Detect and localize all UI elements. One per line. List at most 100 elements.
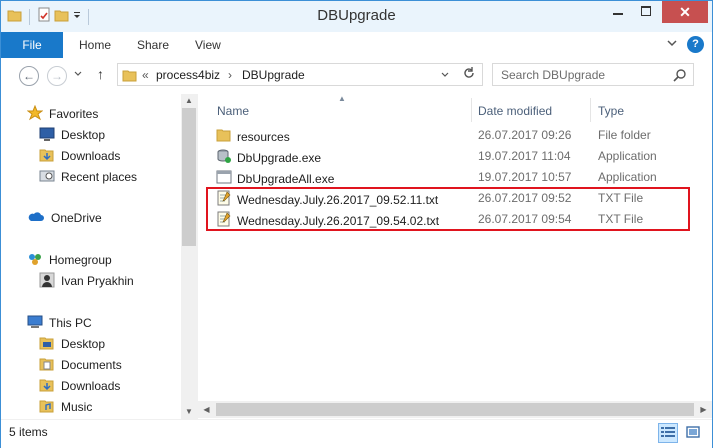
cloud-icon [27,209,45,228]
minimize-button[interactable] [605,1,631,23]
file-name: resources [237,129,290,144]
large-icons-view-icon [686,425,700,441]
breadcrumb-process4biz[interactable]: process4biz [156,68,220,82]
computer-icon [27,314,43,333]
music-folder-icon [39,398,55,417]
nav-homegroup-label: Homegroup [49,253,112,267]
refresh-icon [462,66,476,83]
search-input[interactable] [499,67,663,83]
close-button[interactable]: ✕ [662,1,708,23]
nav-item-label: Recent places [61,170,138,184]
nav-favorites-label: Favorites [49,107,99,121]
search-icon[interactable] [673,68,687,85]
refresh-button[interactable] [455,63,483,86]
breadcrumb-dbupgrade[interactable]: DBUpgrade [242,68,305,82]
nav-favorites-downloads[interactable]: Downloads [39,146,120,166]
nav-item-label: Documents [61,358,122,372]
expand-ribbon-icon[interactable] [666,37,678,52]
nav-favorites-recent-places[interactable]: Recent places [39,167,137,187]
scroll-left-icon[interactable]: ◀ [198,401,215,418]
details-view-icon [661,426,675,441]
file-name-cell: resources [216,127,290,146]
file-row-resources[interactable]: resources 26.07.2017 09:26 File folder [198,125,712,146]
item-count: 5 items [9,425,48,439]
maximize-button[interactable] [633,1,659,23]
search-box[interactable] [492,63,694,86]
highlight-box [206,187,690,231]
file-date: 19.07.2017 10:57 [478,170,572,184]
forward-arrow-icon: → [51,69,63,83]
file-type: Application [598,149,657,163]
column-header-date-modified[interactable]: Date modified [478,100,552,122]
address-dropdown-icon[interactable] [440,69,450,84]
nav-this-pc-downloads[interactable]: Downloads [39,376,120,396]
nav-this-pc-documents[interactable]: Documents [39,355,122,375]
status-bar: 5 items [1,419,712,448]
nav-this-pc-music[interactable]: Music [39,397,92,417]
nav-onedrive-label: OneDrive [51,211,102,225]
tab-file[interactable]: File [1,32,63,58]
close-icon: ✕ [679,3,691,20]
nav-onedrive[interactable]: OneDrive [27,208,102,228]
desktop-icon [39,126,55,145]
nav-item-label: Downloads [61,149,121,163]
column-divider[interactable] [590,98,591,122]
navigation-pane-scrollbar[interactable]: ▲ ▼ [181,94,197,419]
column-divider[interactable] [471,98,472,122]
file-list-horizontal-scrollbar[interactable]: ◀ ▶ [198,401,712,418]
downloads-folder-icon [39,377,55,396]
tab-home[interactable]: Home [79,32,111,58]
file-row-dbupgrade-exe[interactable]: DbUpgrade.exe 19.07.2017 11:04 Applicati… [198,146,712,167]
file-name-cell: DbUpgradeAll.exe [216,169,334,188]
minimize-icon [613,5,623,19]
ribbon: File Home Share View ? [1,32,712,59]
nav-homegroup[interactable]: Homegroup [27,250,112,270]
application-icon [216,169,232,188]
nav-item-label: Downloads [61,379,121,393]
address-bar[interactable]: « process4biz › DBUpgrade [117,63,483,86]
nav-this-pc[interactable]: This PC [27,313,92,333]
tab-share[interactable]: Share [137,32,169,58]
file-name: DbUpgrade.exe [237,150,322,165]
nav-favorites-desktop[interactable]: Desktop [39,125,105,145]
forward-button[interactable]: → [47,66,67,86]
nav-this-pc-desktop[interactable]: Desktop [39,334,105,354]
details-view-button[interactable] [658,423,678,443]
downloads-folder-icon [39,147,55,166]
file-row-dbupgradeall-exe[interactable]: DbUpgradeAll.exe 19.07.2017 10:57 Applic… [198,167,712,188]
title-bar: DBUpgrade ✕ [1,1,712,32]
breadcrumb-overflow[interactable]: « [142,68,149,82]
scroll-down-icon[interactable]: ▼ [181,405,197,419]
column-header-name[interactable]: Name [217,100,249,122]
nav-this-pc-label: This PC [49,316,92,330]
recent-locations-icon[interactable] [73,68,83,83]
scrollbar-thumb[interactable] [216,403,694,416]
nav-item-label: Music [61,400,93,414]
file-name: DbUpgradeAll.exe [237,171,335,186]
navigation-bar: ← → ↑ « process4biz › DBUpgrade [1,58,712,94]
scrollbar-thumb[interactable] [182,108,196,246]
scroll-up-icon[interactable]: ▲ [181,94,197,108]
back-button[interactable]: ← [19,66,39,86]
large-icons-view-button[interactable] [683,423,703,443]
navigation-pane: Favorites Desktop Downloads Recent place… [1,94,197,419]
sort-ascending-icon: ▲ [338,94,346,103]
desktop-folder-icon [39,335,55,354]
file-date: 26.07.2017 09:26 [478,128,572,142]
scroll-right-icon[interactable]: ▶ [695,401,712,418]
nav-favorites[interactable]: Favorites [26,104,99,124]
application-icon [216,148,232,167]
recent-places-icon [39,168,55,187]
up-arrow-icon[interactable]: ↑ [97,66,104,82]
file-date: 19.07.2017 11:04 [478,149,571,163]
nav-item-label: Ivan Pryakhin [61,274,134,288]
tab-view[interactable]: View [195,32,221,58]
help-icon[interactable]: ? [687,36,704,53]
nav-homegroup-user[interactable]: Ivan Pryakhin [39,271,134,291]
maximize-icon [641,5,651,19]
file-name-cell: DbUpgrade.exe [216,148,321,167]
breadcrumb-separator[interactable]: › [228,68,232,82]
explorer-window: DBUpgrade ✕ File Home Share View ? ← → ↑ [0,0,713,448]
folder-icon [122,67,138,86]
column-header-type[interactable]: Type [598,100,624,122]
